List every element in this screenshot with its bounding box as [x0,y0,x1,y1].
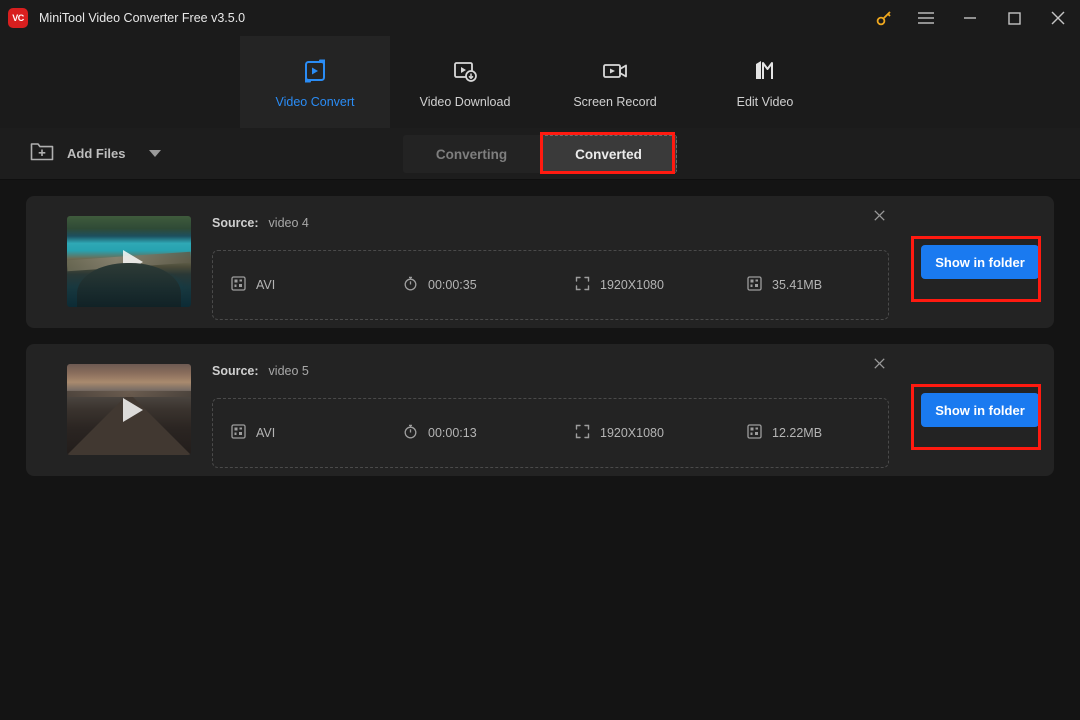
close-icon[interactable] [868,352,890,374]
table-row: Source: video 5 AVI 00:00:13 1920X1080 1… [26,344,1054,476]
format-icon [231,424,246,442]
wooden-pier-thumbnail[interactable] [67,364,191,455]
file-metadata-panel: AVI 00:00:13 1920X1080 12.22MB [212,398,889,468]
tab-edit-video[interactable]: Edit Video [690,36,840,128]
file-details: Source: video 5 AVI 00:00:13 1920X1080 1… [191,344,906,468]
clock-icon [403,424,418,442]
video-convert-icon [300,56,330,86]
close-icon[interactable] [868,204,890,226]
source-filename: video 5 [268,364,309,378]
source-label: Source: [212,216,259,230]
source-filename: video 4 [268,216,309,230]
metadata-size: 35.41MB [747,276,887,294]
tab-screen-record[interactable]: Screen Record [540,36,690,128]
converted-file-list: Source: video 4 AVI 00:00:35 1920X1080 3… [0,180,1080,476]
play-icon[interactable] [123,397,143,422]
file-details: Source: video 4 AVI 00:00:35 1920X1080 3… [191,196,906,320]
file-metadata-panel: AVI 00:00:35 1920X1080 35.41MB [212,250,889,320]
tab-video-convert-label: Video Convert [275,94,355,109]
metadata-resolution: 1920X1080 [575,276,747,294]
file-size-icon [747,276,762,294]
folder-add-icon [30,141,54,167]
resolution-icon [575,424,590,442]
caret-down-icon[interactable] [148,150,161,157]
table-row: Source: video 4 AVI 00:00:35 1920X1080 3… [26,196,1054,328]
coastal-lagoon-thumbnail[interactable] [67,216,191,307]
app-logo: VC [8,8,28,28]
source-line: Source: video 5 [212,364,906,384]
source-label: Source: [212,364,259,378]
clock-icon [403,276,418,294]
edit-video-icon [750,56,780,86]
key-icon[interactable] [864,0,904,36]
duration-value: 00:00:35 [428,278,477,292]
resolution-icon [575,276,590,294]
app-title: MiniTool Video Converter Free v3.5.0 [39,11,246,25]
video-download-icon [450,56,480,86]
title-bar: VC MiniTool Video Converter Free v3.5.0 [0,0,1080,36]
metadata-format: AVI [231,424,403,442]
tab-converting-label: Converting [435,146,508,162]
show-in-folder-button[interactable]: Show in folder [921,245,1039,279]
minimize-icon[interactable] [948,0,992,36]
metadata-duration: 00:00:13 [403,424,575,442]
tab-video-download-label: Video Download [419,94,511,109]
resolution-value: 1920X1080 [600,426,664,440]
add-files-label: Add Files [67,146,126,161]
row-actions: Show in folder [906,344,1054,476]
file-size-value: 12.22MB [772,426,823,440]
file-size-icon [747,424,762,442]
tab-converted[interactable]: Converted [540,135,677,173]
tab-converted-label: Converted [575,146,642,162]
resolution-value: 1920X1080 [600,278,664,292]
format-value: AVI [256,278,276,292]
duration-value: 00:00:13 [428,426,477,440]
nav-left-spacer [0,36,240,128]
add-files-button[interactable]: Add Files [30,141,161,167]
tab-screen-record-label: Screen Record [573,94,657,109]
screen-record-icon [600,56,630,86]
tab-video-download[interactable]: Video Download [390,36,540,128]
status-tab-group: Converting Converted [403,135,677,173]
metadata-duration: 00:00:35 [403,276,575,294]
file-size-value: 35.41MB [772,278,823,292]
main-navigation: Video Convert Video Download Screen Reco… [0,36,1080,128]
format-value: AVI [256,426,276,440]
metadata-size: 12.22MB [747,424,887,442]
metadata-resolution: 1920X1080 [575,424,747,442]
format-icon [231,276,246,294]
row-actions: Show in folder [906,196,1054,328]
source-line: Source: video 4 [212,216,906,236]
show-in-folder-button[interactable]: Show in folder [921,393,1039,427]
tab-converting[interactable]: Converting [403,135,540,173]
metadata-format: AVI [231,276,403,294]
hamburger-menu-icon[interactable] [904,0,948,36]
play-icon[interactable] [123,249,143,274]
toolbar: Add Files Converting Converted [0,128,1080,180]
maximize-icon[interactable] [992,0,1036,36]
tab-edit-video-label: Edit Video [736,94,794,109]
close-icon[interactable] [1036,0,1080,36]
tab-video-convert[interactable]: Video Convert [240,36,390,128]
